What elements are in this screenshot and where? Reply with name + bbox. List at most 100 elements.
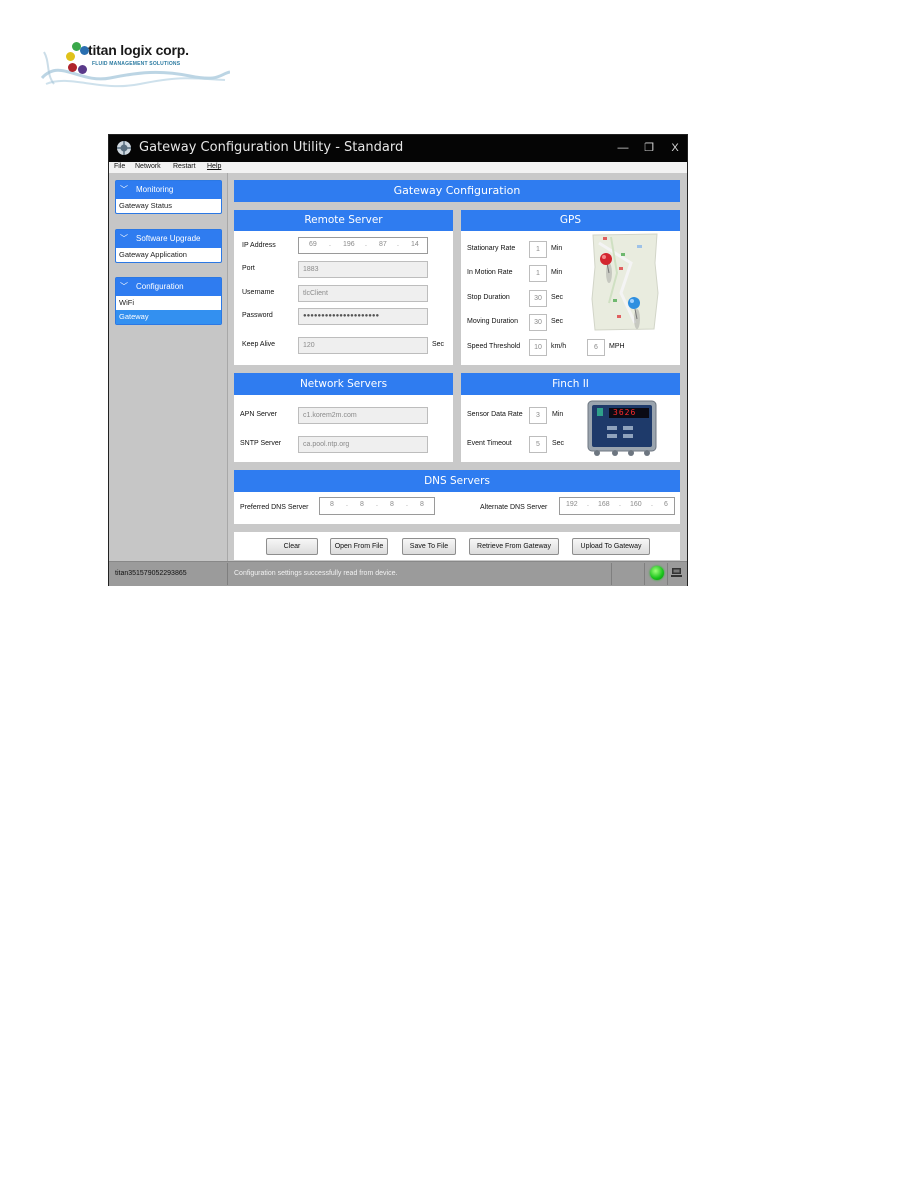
menu-help[interactable]: Help bbox=[207, 163, 221, 170]
sidebar-item-gateway-application[interactable]: Gateway Application bbox=[116, 248, 221, 262]
menu-file[interactable]: File bbox=[114, 163, 125, 170]
speed-threshold-mph-unit: MPH bbox=[609, 343, 625, 350]
speed-threshold-kmh-unit: km/h bbox=[551, 343, 567, 350]
maximize-button[interactable]: ❐ bbox=[639, 139, 659, 157]
upload-to-gateway-button[interactable]: Upload To Gateway bbox=[572, 538, 650, 555]
sntp-server-input[interactable]: ca.pool.ntp.org bbox=[298, 436, 428, 453]
in-motion-rate-label: In Motion Rate bbox=[467, 269, 513, 276]
stationary-rate-input[interactable]: 1 bbox=[529, 241, 547, 258]
moving-duration-input[interactable]: 30 bbox=[529, 314, 547, 331]
main-content: Gateway Configuration Remote Server IP A… bbox=[228, 173, 687, 561]
chevron-down-icon: ﹀ bbox=[120, 234, 128, 243]
password-input[interactable]: ●●●●●●●●●●●●●●●●●●●●● bbox=[298, 308, 428, 325]
apn-server-input[interactable]: c1.korem2m.com bbox=[298, 407, 428, 424]
port-input[interactable]: 1883 bbox=[298, 261, 428, 278]
ip-address-label: IP Address bbox=[242, 242, 276, 249]
action-button-bar: Clear Open From File Save To File Retrie… bbox=[234, 532, 680, 560]
apn-server-label: APN Server bbox=[240, 411, 277, 418]
ip-octet: 196 bbox=[343, 241, 355, 248]
connection-status-led-icon bbox=[650, 566, 664, 580]
preferred-dns-input[interactable]: 8 . 8 . 8 . 8 bbox=[319, 497, 435, 515]
device-id: titan351579052293865 bbox=[115, 570, 187, 577]
sidebar-group-header-monitoring[interactable]: ﹀ Monitoring bbox=[116, 181, 221, 199]
status-separator bbox=[227, 563, 228, 585]
ip-octet: 87 bbox=[379, 241, 387, 248]
chevron-down-icon: ﹀ bbox=[120, 185, 128, 194]
port-label: Port bbox=[242, 265, 255, 272]
dns-servers-panel: Preferred DNS Server 8 . 8 . 8 . 8 Alter… bbox=[234, 492, 680, 524]
stationary-rate-label: Stationary Rate bbox=[467, 245, 516, 252]
username-label: Username bbox=[242, 289, 275, 296]
ip-octet: 8 bbox=[390, 501, 394, 508]
ip-octet: 192 bbox=[566, 501, 578, 508]
ip-octet: 8 bbox=[330, 501, 334, 508]
sidebar-group-configuration: ﹀ Configuration WiFi Gateway bbox=[115, 277, 222, 325]
sensor-data-rate-input[interactable]: 3 bbox=[529, 407, 547, 424]
ip-octet: 8 bbox=[420, 501, 424, 508]
minimize-button[interactable]: — bbox=[613, 139, 633, 157]
stop-duration-label: Stop Duration bbox=[467, 294, 510, 301]
remote-server-header: Remote Server bbox=[234, 210, 453, 231]
sidebar-group-label: Software Upgrade bbox=[136, 234, 201, 243]
app-window: Gateway Configuration Utility - Standard… bbox=[108, 134, 688, 586]
sidebar-item-gateway-status[interactable]: Gateway Status bbox=[116, 199, 221, 213]
moving-duration-label: Moving Duration bbox=[467, 318, 518, 325]
logo-tagline: FLUID MANAGEMENT SOLUTIONS bbox=[92, 61, 181, 67]
keep-alive-label: Keep Alive bbox=[242, 341, 276, 348]
dns-servers-header: DNS Servers bbox=[234, 470, 680, 492]
alternate-dns-input[interactable]: 192 . 168 . 160 . 6 bbox=[559, 497, 675, 515]
menu-network[interactable]: Network bbox=[135, 163, 161, 170]
open-from-file-button[interactable]: Open From File bbox=[330, 538, 388, 555]
username-input[interactable]: tlcClient bbox=[298, 285, 428, 302]
save-to-file-button[interactable]: Save To File bbox=[402, 538, 456, 555]
clear-button[interactable]: Clear bbox=[266, 538, 318, 555]
ip-octet: 160 bbox=[630, 501, 642, 508]
title-bar: Gateway Configuration Utility - Standard… bbox=[109, 135, 687, 162]
sidebar-item-gateway[interactable]: Gateway bbox=[116, 310, 221, 324]
status-separator bbox=[644, 563, 645, 585]
logo-dot bbox=[78, 65, 87, 74]
sidebar-group-label: Configuration bbox=[136, 282, 184, 291]
network-connection-icon[interactable] bbox=[671, 567, 682, 578]
moving-duration-unit: Sec bbox=[551, 318, 564, 325]
page-title: Gateway Configuration bbox=[234, 180, 680, 202]
speed-threshold-mph-input[interactable]: 6 bbox=[587, 339, 605, 356]
gateway-app-icon bbox=[117, 141, 131, 155]
finch-panel: Sensor Data Rate 3 Min Event Timeout 5 S… bbox=[461, 395, 680, 462]
retrieve-from-gateway-button[interactable]: Retrieve From Gateway bbox=[469, 538, 559, 555]
event-timeout-label: Event Timeout bbox=[467, 440, 512, 447]
stationary-rate-unit: Min bbox=[551, 245, 563, 252]
sidebar-item-wifi[interactable]: WiFi bbox=[116, 296, 221, 310]
logo-dots bbox=[62, 42, 90, 74]
stop-duration-unit: Sec bbox=[551, 294, 564, 301]
speed-threshold-label: Speed Threshold bbox=[467, 343, 521, 350]
window-title: Gateway Configuration Utility - Standard bbox=[139, 140, 404, 155]
network-servers-panel: APN Server c1.korem2m.com SNTP Server ca… bbox=[234, 395, 453, 462]
menu-bar: File Network Restart Help bbox=[109, 162, 687, 173]
company-logo: titan logix corp. FLUID MANAGEMENT SOLUT… bbox=[40, 28, 230, 100]
ip-address-input[interactable]: 69 . 196 . 87 . 14 bbox=[298, 237, 428, 254]
ip-octet: 69 bbox=[309, 241, 317, 248]
in-motion-rate-input[interactable]: 1 bbox=[529, 265, 547, 282]
close-button[interactable]: X bbox=[665, 139, 685, 157]
sidebar-group-header-configuration[interactable]: ﹀ Configuration bbox=[116, 278, 221, 296]
event-timeout-unit: Sec bbox=[552, 440, 565, 447]
in-motion-rate-unit: Min bbox=[551, 269, 563, 276]
event-timeout-input[interactable]: 5 bbox=[529, 436, 547, 453]
sensor-data-rate-label: Sensor Data Rate bbox=[467, 411, 523, 418]
preferred-dns-label: Preferred DNS Server bbox=[240, 504, 309, 511]
ip-octet: 168 bbox=[598, 501, 610, 508]
speed-threshold-kmh-input[interactable]: 10 bbox=[529, 339, 547, 356]
map-with-pins-icon bbox=[591, 233, 659, 331]
sidebar-group-software-upgrade: ﹀ Software Upgrade Gateway Application bbox=[115, 229, 222, 263]
sidebar-group-header-software-upgrade[interactable]: ﹀ Software Upgrade bbox=[116, 230, 221, 248]
password-label: Password bbox=[242, 312, 273, 319]
stop-duration-input[interactable]: 30 bbox=[529, 290, 547, 307]
status-message: Configuration settings successfully read… bbox=[234, 570, 398, 577]
status-separator bbox=[611, 563, 612, 585]
sidebar: ﹀ Monitoring Gateway Status ﹀ Software U… bbox=[109, 173, 228, 561]
logo-dot bbox=[66, 52, 75, 61]
gps-header: GPS bbox=[461, 210, 680, 231]
keep-alive-input[interactable]: 120 bbox=[298, 337, 428, 354]
menu-restart[interactable]: Restart bbox=[173, 163, 196, 170]
